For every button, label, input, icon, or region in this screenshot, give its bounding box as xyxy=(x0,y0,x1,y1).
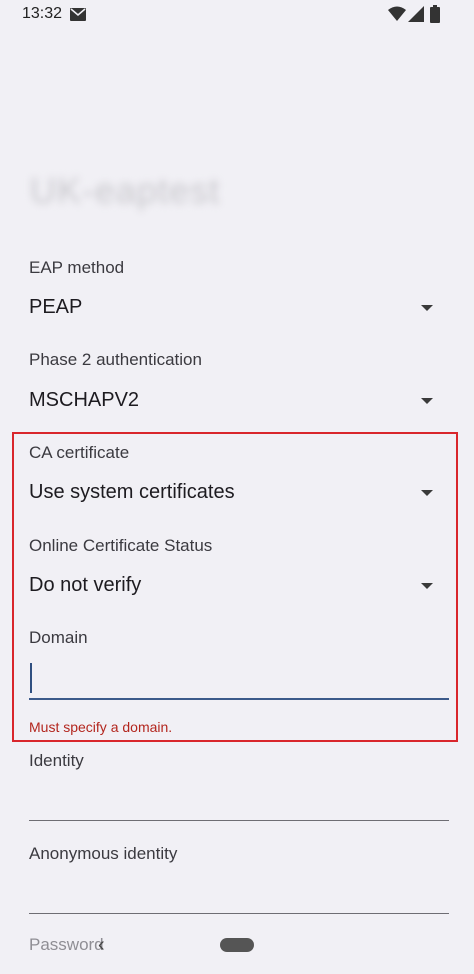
domain-error-text: Must specify a domain. xyxy=(29,719,173,735)
domain-input[interactable] xyxy=(29,658,449,700)
identity-label: Identity xyxy=(29,751,84,770)
eap-method-value: PEAP xyxy=(29,296,83,318)
anonymous-identity-label: Anonymous identity xyxy=(29,844,178,863)
ca-certificate-value: Use system certificates xyxy=(29,481,235,503)
home-pill-button[interactable] xyxy=(220,938,254,952)
dropdown-arrow-icon xyxy=(421,398,433,404)
phase2-auth-label: Phase 2 authentication xyxy=(29,350,202,369)
ocsp-value: Do not verify xyxy=(29,574,142,596)
wifi-icon xyxy=(388,6,406,27)
password-label: Password xyxy=(29,935,104,954)
dropdown-arrow-icon xyxy=(421,490,433,496)
text-cursor xyxy=(30,663,32,693)
battery-icon xyxy=(430,5,440,28)
phase2-auth-dropdown[interactable]: MSCHAPV2 xyxy=(29,381,443,421)
anonymous-identity-input[interactable] xyxy=(29,873,449,914)
signal-icon xyxy=(408,6,424,27)
ocsp-dropdown[interactable]: Do not verify xyxy=(29,566,443,606)
ca-certificate-dropdown[interactable]: Use system certificates xyxy=(29,473,443,513)
dropdown-arrow-icon xyxy=(421,305,433,311)
status-time: 13:32 xyxy=(22,5,63,22)
network-name-title: UK-eaptest xyxy=(30,170,221,211)
ca-certificate-label: CA certificate xyxy=(29,443,130,462)
dropdown-arrow-icon xyxy=(421,583,433,589)
domain-label: Domain xyxy=(29,628,88,647)
eap-method-dropdown[interactable]: PEAP xyxy=(29,288,443,328)
phase2-auth-value: MSCHAPV2 xyxy=(29,389,140,411)
back-chevron-icon[interactable]: ‹ xyxy=(98,934,105,957)
identity-input[interactable] xyxy=(29,780,449,821)
wifi-eap-config-screen: 13:32 UK-eaptest EAP method PEAP Phase 2… xyxy=(0,0,474,974)
status-bar: 13:32 xyxy=(0,0,474,32)
ocsp-label: Online Certificate Status xyxy=(29,536,213,555)
mail-icon xyxy=(70,8,86,26)
eap-method-label: EAP method xyxy=(29,258,125,277)
